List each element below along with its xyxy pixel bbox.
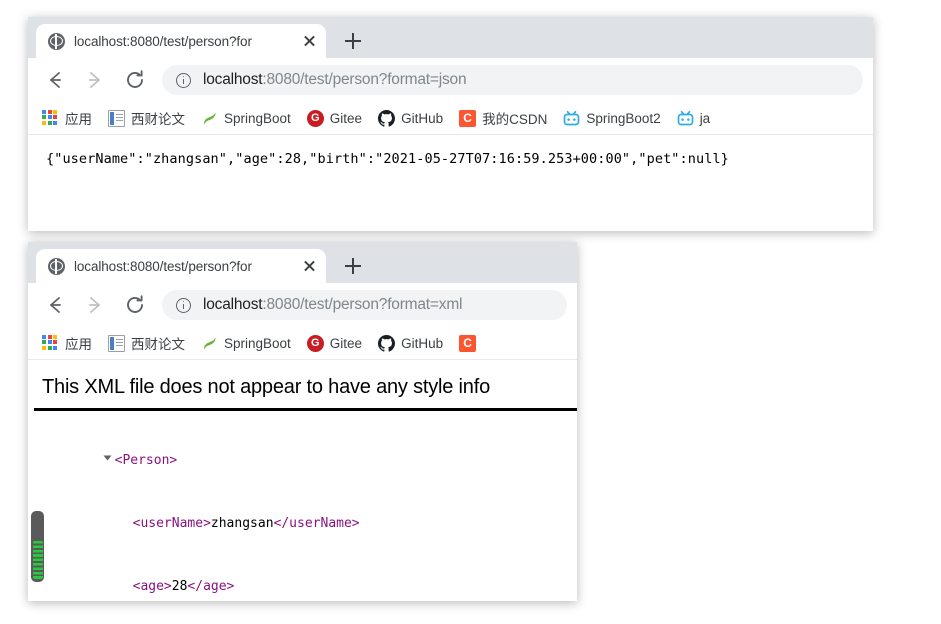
- address-bar[interactable]: localhost:8080/test/person?format=json: [162, 65, 863, 95]
- xml-open-tag: <userName>: [132, 516, 211, 531]
- info-circle-icon[interactable]: [176, 297, 191, 313]
- bookmark-label: 应用: [65, 337, 92, 352]
- close-icon[interactable]: [298, 30, 320, 52]
- apps-grid-icon: [42, 334, 59, 352]
- bookmark-springboot[interactable]: SpringBoot: [201, 335, 291, 352]
- bookmark-springboot2[interactable]: SpringBoot2: [563, 110, 661, 127]
- recording-level-bar: [31, 511, 44, 582]
- json-response-text: {"userName":"zhangsan","age":28,"birth":…: [46, 151, 729, 167]
- xml-root-open-line[interactable]: <Person>: [42, 429, 577, 492]
- chevron-down-icon[interactable]: [103, 455, 112, 461]
- browser-tab[interactable]: localhost:8080/test/person?for: [36, 24, 326, 58]
- xml-open-tag: <age>: [132, 579, 172, 594]
- browser-window-json: localhost:8080/test/person?for localhost…: [28, 17, 873, 231]
- tab-title: localhost:8080/test/person?for: [74, 33, 252, 49]
- browser-toolbar: localhost:8080/test/person?format=xml: [28, 283, 577, 327]
- bookmark-my-csdn[interactable]: C: [459, 334, 482, 352]
- bookmark-apps[interactable]: 应用: [42, 108, 92, 128]
- bilibili-icon: [677, 110, 694, 127]
- browser-window-xml: localhost:8080/test/person?for localhost…: [28, 242, 577, 601]
- bookmark-label: Gitee: [329, 335, 363, 351]
- csdn-icon: C: [459, 334, 477, 352]
- page-content-xml: This XML file does not appear to have an…: [28, 360, 577, 601]
- bookmarks-bar: 应用 西财论文 SpringBoot G Gitee GitHub C: [28, 327, 577, 360]
- forward-icon[interactable]: [82, 292, 108, 318]
- bookmark-label: 应用: [65, 112, 92, 127]
- document-icon: [108, 109, 125, 127]
- reload-icon[interactable]: [122, 67, 148, 93]
- github-icon: [378, 109, 396, 127]
- url-host: localhost: [203, 296, 263, 313]
- bookmark-xicai-thesis[interactable]: 西财论文: [108, 333, 185, 353]
- new-tab-button[interactable]: [338, 26, 368, 56]
- browser-toolbar: localhost:8080/test/person?format=json: [28, 58, 873, 102]
- bookmark-label: ja: [699, 110, 711, 126]
- page-content-json: {"userName":"zhangsan","age":28,"birth":…: [28, 135, 873, 231]
- spring-leaf-icon: [201, 335, 218, 352]
- globe-icon: [48, 257, 65, 275]
- bookmark-apps[interactable]: 应用: [42, 333, 92, 353]
- info-circle-icon[interactable]: [176, 72, 191, 88]
- tab-title: localhost:8080/test/person?for: [74, 258, 252, 274]
- xml-close-tag: </userName>: [273, 516, 360, 531]
- back-icon[interactable]: [42, 67, 68, 93]
- bookmark-springboot[interactable]: SpringBoot: [201, 110, 291, 127]
- xml-style-notice: This XML file does not appear to have an…: [42, 376, 491, 398]
- forward-icon[interactable]: [82, 67, 108, 93]
- reload-icon[interactable]: [122, 292, 148, 318]
- bilibili-icon: [563, 110, 580, 127]
- recording-level-stripes: [32, 541, 43, 579]
- bookmark-gitee[interactable]: G Gitee: [306, 334, 363, 352]
- bookmark-label: GitHub: [401, 335, 444, 351]
- bookmark-label: GitHub: [401, 110, 444, 126]
- bookmark-java[interactable]: ja: [677, 110, 711, 127]
- address-bar-url: localhost:8080/test/person?format=json: [203, 71, 466, 89]
- bookmark-label: SpringBoot: [224, 335, 291, 351]
- globe-icon: [48, 32, 65, 50]
- bookmarks-bar: 应用 西财论文 SpringBoot G Gitee GitHub C 我的CS…: [28, 102, 873, 135]
- browser-tab[interactable]: localhost:8080/test/person?for: [36, 249, 326, 283]
- back-icon[interactable]: [42, 292, 68, 318]
- tab-strip: localhost:8080/test/person?for: [28, 17, 873, 58]
- bookmark-label: Gitee: [329, 110, 363, 126]
- new-tab-button[interactable]: [338, 251, 368, 281]
- xml-root-open-tag: <Person>: [114, 453, 178, 468]
- gitee-icon: G: [306, 109, 324, 127]
- xml-element-line: <userName>zhangsan</userName>: [42, 492, 577, 555]
- csdn-icon: C: [459, 109, 477, 127]
- address-bar[interactable]: localhost:8080/test/person?format=xml: [162, 290, 567, 320]
- gitee-icon: G: [306, 334, 324, 352]
- address-bar-url: localhost:8080/test/person?format=xml: [203, 296, 462, 314]
- xml-tree: <Person> <userName>zhangsan</userName> <…: [28, 411, 577, 601]
- bookmark-label: SpringBoot2: [586, 110, 661, 126]
- document-icon: [108, 334, 125, 352]
- bookmark-label: SpringBoot: [224, 110, 291, 126]
- bookmark-my-csdn[interactable]: C 我的CSDN: [459, 108, 547, 128]
- url-path: :8080/test/person?format=xml: [262, 296, 463, 313]
- bookmark-github[interactable]: GitHub: [378, 109, 444, 127]
- xml-close-tag: </age>: [187, 579, 235, 594]
- bookmark-label: 我的CSDN: [482, 112, 548, 127]
- xml-value: zhangsan: [210, 516, 274, 531]
- url-host: localhost: [203, 71, 263, 88]
- close-icon[interactable]: [298, 255, 320, 277]
- apps-grid-icon: [42, 109, 59, 127]
- bookmark-github[interactable]: GitHub: [378, 334, 444, 352]
- bookmark-xicai-thesis[interactable]: 西财论文: [108, 108, 185, 128]
- bookmark-gitee[interactable]: G Gitee: [306, 109, 363, 127]
- bookmark-label: 西财论文: [131, 337, 185, 352]
- bookmark-label: 西财论文: [131, 112, 185, 127]
- tab-strip: localhost:8080/test/person?for: [28, 242, 577, 283]
- github-icon: [378, 334, 396, 352]
- xml-value: 28: [171, 579, 188, 594]
- xml-element-line: <age>28</age>: [42, 555, 577, 601]
- spring-leaf-icon: [201, 110, 218, 127]
- url-path: :8080/test/person?format=json: [262, 71, 467, 88]
